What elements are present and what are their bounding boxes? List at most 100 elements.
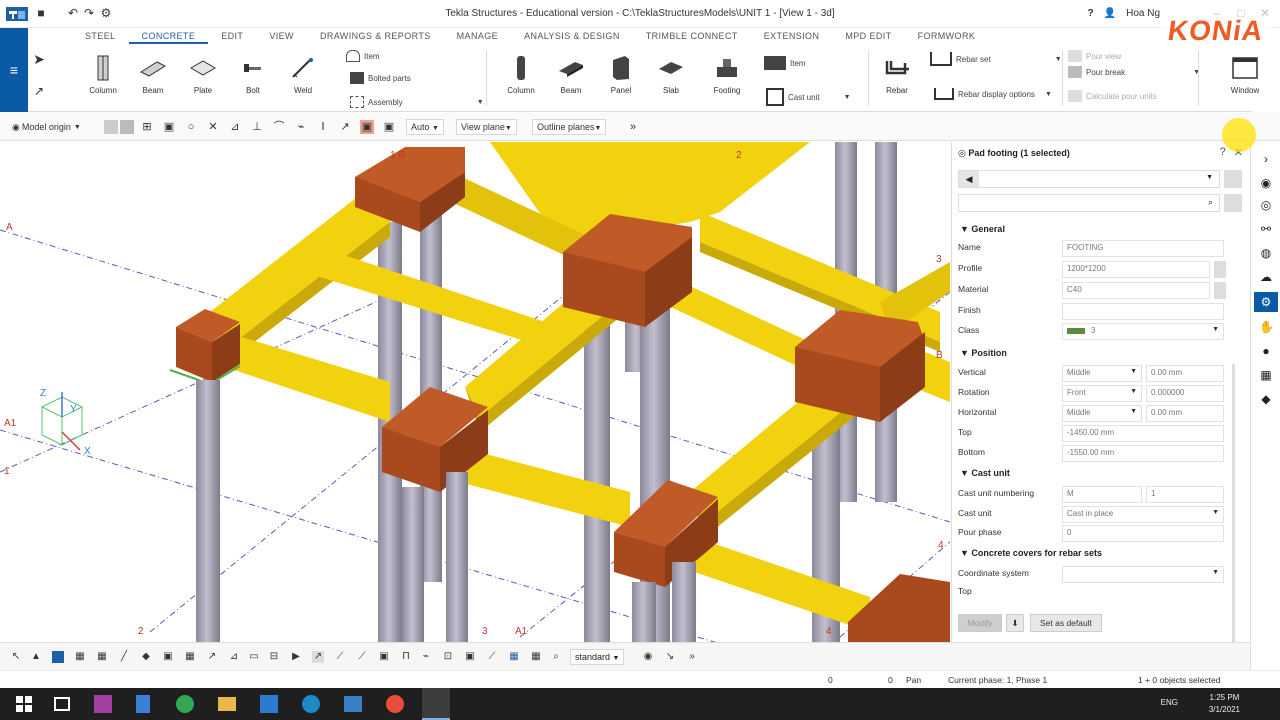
work-area-icon[interactable] — [120, 120, 134, 134]
model-origin-dropdown[interactable]: ◉ Model origin ▼ — [12, 119, 81, 135]
panel-scrollbar[interactable] — [1232, 364, 1235, 644]
cast-unit-type-select[interactable]: Cast in place ▼ — [1062, 506, 1224, 523]
select-object-icon[interactable]: ⟋ — [486, 651, 498, 663]
tag-icon[interactable]: ◆ — [1259, 392, 1273, 406]
select-mesh-icon[interactable]: ⌁ — [420, 651, 432, 663]
auto-dropdown[interactable]: Auto ▼ — [406, 119, 444, 135]
overflow-icon[interactable]: » — [626, 120, 640, 134]
tab-steel[interactable]: STEEL — [72, 28, 129, 44]
snap-arrow-icon[interactable]: ↗ — [338, 120, 352, 134]
concrete-item-button[interactable]: Item — [764, 56, 806, 70]
snap-pick-icon[interactable]: ↘ — [664, 651, 676, 663]
filter-icon[interactable] — [1224, 194, 1242, 212]
slab-button[interactable]: Slab — [648, 54, 694, 95]
horizontal-offset-field[interactable]: 0.00 mm — [1146, 405, 1224, 422]
get-icon[interactable]: ⬇ — [1006, 614, 1024, 632]
tab-formwork[interactable]: FORMWORK — [905, 28, 989, 44]
select-lines-icon[interactable]: ╱ — [118, 651, 130, 663]
store-icon[interactable] — [344, 696, 362, 712]
panel-button[interactable]: Panel — [598, 54, 644, 95]
file-explorer-icon[interactable] — [218, 697, 236, 711]
finish-field[interactable] — [1062, 303, 1224, 320]
hand-icon[interactable]: ✋ — [1259, 320, 1274, 334]
tab-edit[interactable]: EDIT — [208, 28, 256, 44]
section-cast-unit[interactable]: ▼ Cast unit — [960, 468, 1010, 478]
snap-box-icon[interactable]: ▣ — [162, 120, 176, 134]
selection-filter-dropdown[interactable]: standard ▼ — [570, 649, 625, 665]
back-arrow-icon[interactable]: ◀ — [959, 171, 979, 187]
view-plane-dropdown[interactable]: View plane▼ — [456, 119, 517, 135]
tab-trimble-connect[interactable]: TRIMBLE CONNECT — [633, 28, 751, 44]
select-assembly-icon[interactable]: ▣ — [464, 651, 476, 663]
rebar-button[interactable]: Rebar — [874, 54, 920, 95]
rotation-select[interactable]: Front ▼ — [1062, 385, 1142, 402]
section-position[interactable]: ▼ Position — [960, 348, 1007, 358]
tekla-taskbar-icon[interactable] — [422, 688, 450, 720]
select-views-icon[interactable]: ⊿ — [228, 651, 240, 663]
select-objects-icon[interactable] — [52, 651, 64, 663]
profile-browse-icon[interactable] — [1214, 261, 1226, 278]
bottom-field[interactable]: -1550.00 mm — [1062, 445, 1224, 462]
tab-extension[interactable]: EXTENSION — [751, 28, 833, 44]
cast-unit-start-field[interactable]: 1 — [1146, 486, 1224, 503]
property-search-input[interactable]: ⌕ — [958, 194, 1220, 212]
tab-concrete[interactable]: CONCRETE — [128, 28, 209, 44]
work-plane-icon[interactable] — [104, 120, 118, 134]
profile-field[interactable]: 1200*1200 — [1062, 261, 1210, 278]
snap-perpendicular-icon[interactable]: ⊿ — [228, 120, 242, 134]
bolt-button[interactable]: Bolt — [230, 54, 276, 95]
language-indicator[interactable]: ENG — [1161, 698, 1178, 707]
class-select[interactable]: 3 ▼ — [1062, 323, 1224, 340]
help-icon[interactable]: ? — [1220, 146, 1226, 159]
select-reinforcement-icon[interactable]: ▶ — [290, 651, 302, 663]
collapse-icon[interactable]: › — [1259, 152, 1273, 166]
concrete-column-button[interactable]: Column — [498, 54, 544, 95]
catalog-icon[interactable]: ◉ — [1259, 176, 1273, 190]
vertical-select[interactable]: Middle ▼ — [1062, 365, 1142, 382]
views-icon[interactable]: ◎ — [1259, 198, 1273, 212]
window-button[interactable]: Window — [1222, 54, 1268, 95]
select-parts-icon[interactable]: ▲ — [30, 651, 42, 663]
steel-column-button[interactable]: Column — [80, 54, 126, 95]
snap-reference-icon[interactable]: ▣ — [360, 120, 374, 134]
select-components-icon[interactable]: ▦ — [96, 651, 108, 663]
select-arrow-icon[interactable]: ➤ — [32, 52, 46, 66]
select-reference-icon[interactable]: ▦ — [530, 651, 542, 663]
horizontal-select[interactable]: Middle ▼ — [1062, 405, 1142, 422]
select-surface-icon[interactable]: ↗ — [312, 651, 324, 663]
select-pour-icon[interactable]: ⟋ — [334, 651, 346, 663]
user-icon[interactable]: 👤 — [1104, 8, 1116, 19]
set-as-default-button[interactable]: Set as default — [1030, 614, 1102, 632]
name-field[interactable]: FOOTING — [1062, 240, 1224, 257]
cast-unit-prefix-field[interactable]: M — [1062, 486, 1142, 503]
coordinate-system-select[interactable]: ▼ — [1062, 566, 1224, 583]
steel-beam-button[interactable]: Beam — [130, 54, 176, 95]
system-clock[interactable]: 1:25 PM 3/1/2021 — [1209, 692, 1240, 716]
section-general[interactable]: ▼ General — [960, 224, 1005, 234]
select-rebar-icon[interactable]: Π — [400, 651, 412, 663]
select-welds-icon[interactable]: ▣ — [162, 651, 174, 663]
green-app-icon[interactable] — [176, 695, 194, 713]
calculate-pour-units-button[interactable]: Calculate pour units — [1068, 90, 1157, 102]
snap-end-icon[interactable]: ⊞ — [140, 120, 154, 134]
overflow-icon[interactable]: » — [686, 651, 698, 663]
section-covers[interactable]: ▼ Concrete covers for rebar sets — [960, 548, 1102, 558]
tab-manage[interactable]: MANAGE — [444, 28, 511, 44]
snap-settings-icon[interactable]: ◉ — [642, 651, 654, 663]
snap-nearest-icon[interactable]: ⌒ — [272, 120, 286, 134]
steel-plate-button[interactable]: Plate — [180, 54, 226, 95]
select-all-icon[interactable]: ↖ — [10, 651, 22, 663]
chrome-browser-icon[interactable] — [386, 695, 404, 713]
rebar-set-button[interactable]: Rebar set ▼ — [930, 52, 1062, 66]
snap-center-icon[interactable]: ○ — [184, 120, 198, 134]
snap-intersection-icon[interactable]: ✕ — [206, 120, 220, 134]
modify-button[interactable]: Modify — [958, 614, 1002, 632]
pour-phase-field[interactable]: 0 — [1062, 525, 1224, 542]
apps-icon[interactable]: ▦ — [1259, 368, 1273, 382]
help-icon[interactable]: ? — [1088, 8, 1094, 19]
top-field[interactable]: -1450.00 mm — [1062, 425, 1224, 442]
status-phase[interactable]: Current phase: 1, Phase 1 — [948, 675, 1047, 685]
select-grid-filter-icon[interactable]: ▦ — [508, 651, 520, 663]
snap-any-icon[interactable]: ⌁ — [294, 120, 308, 134]
snap-geometry-icon[interactable]: ▣ — [382, 120, 396, 134]
